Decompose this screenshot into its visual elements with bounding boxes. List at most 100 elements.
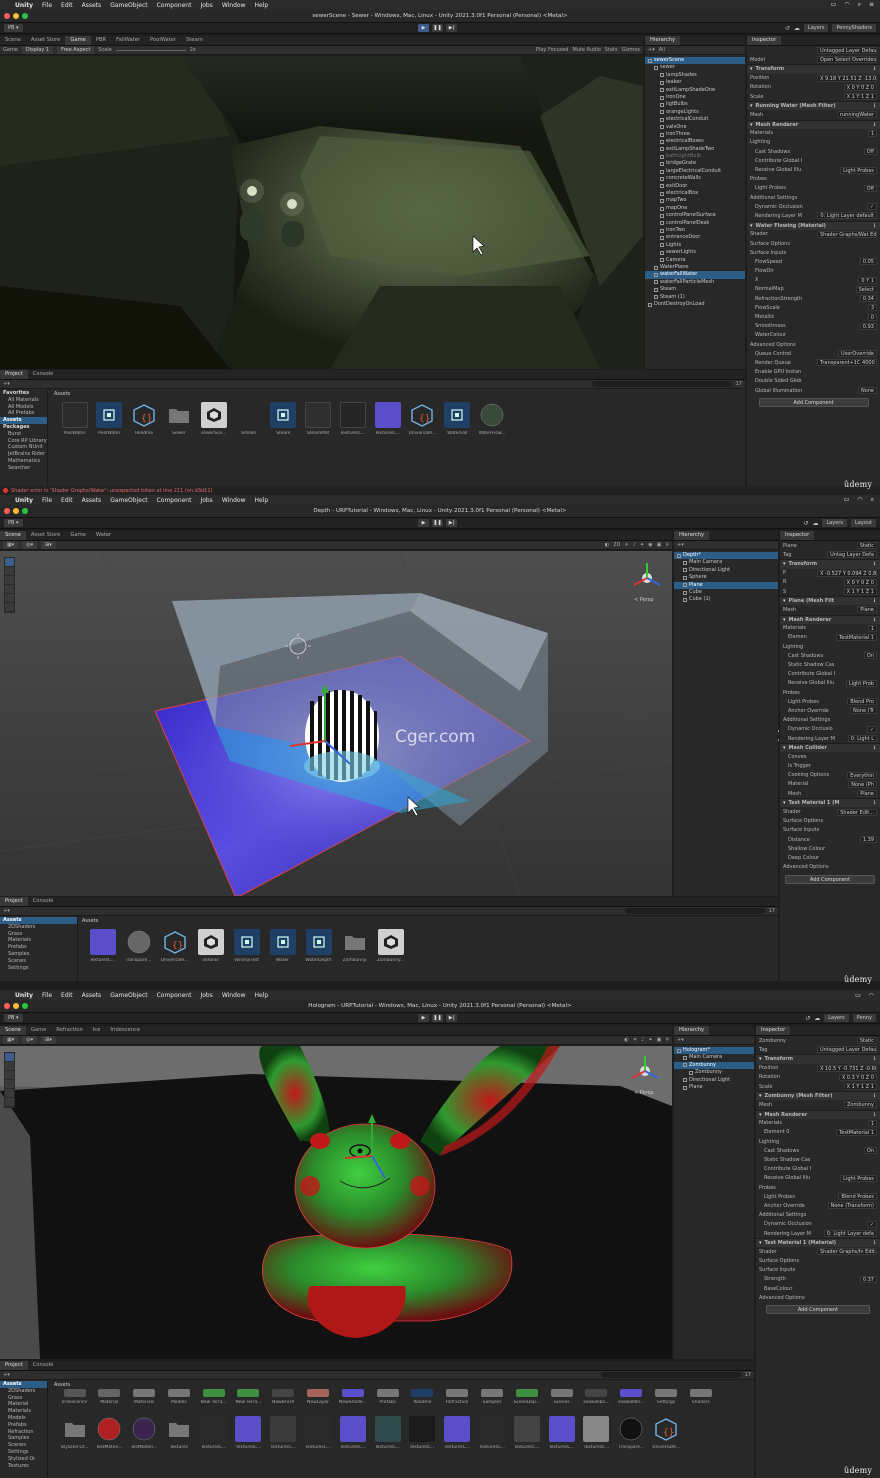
hierarchy-search[interactable]: +▾ — [674, 541, 778, 550]
assets-breadcrumb[interactable]: Assets — [54, 1382, 70, 1388]
menu-file[interactable]: File — [42, 992, 52, 999]
inspector-field[interactable]: Render Queue Transparent+1C 4000 — [747, 358, 880, 367]
inspector-field[interactable]: Receive Global Illu Light Probes — [747, 165, 880, 174]
field-value[interactable]: 0.34 — [859, 295, 877, 303]
menu-jobs[interactable]: Jobs — [200, 497, 212, 504]
asset-item[interactable]: SceneDep... — [510, 1389, 543, 1405]
inspector-field[interactable]: Advanced Options — [780, 863, 880, 872]
wifi-icon[interactable]: ◠ — [844, 1, 849, 9]
move-tool-icon[interactable] — [5, 1062, 14, 1070]
tab-game[interactable]: Game — [65, 531, 90, 540]
field-value[interactable]: Off — [863, 184, 877, 192]
scene-viewport[interactable]: < Persp — [0, 1046, 672, 1359]
field-value[interactable]: 0 Y 1 — [858, 276, 877, 284]
field-value[interactable]: Light Prob — [845, 679, 877, 687]
inspector-field[interactable]: Enable GPU Instan — [747, 368, 880, 377]
inspector-field[interactable]: Metallic 0 — [747, 312, 880, 321]
asset-item[interactable]: TestMateri... — [93, 1416, 126, 1450]
hierarchy-item[interactable]: Zombunny — [674, 1069, 754, 1076]
project-folder-item[interactable]: All Materials — [0, 397, 47, 404]
asset-item[interactable]: NewBrush — [267, 1389, 300, 1405]
inspector-field[interactable]: Dynamic Occlusion ✓ — [747, 202, 880, 211]
asset-item[interactable]: TexturesC... — [580, 1416, 613, 1450]
asset-item[interactable]: TexturesC... — [197, 1416, 230, 1450]
project-folder-item[interactable]: All Models — [0, 404, 47, 411]
menu-edit[interactable]: Edit — [61, 497, 73, 504]
field-value[interactable]: X 1 Y 1 Z 1 — [843, 588, 877, 596]
layers-dropdown[interactable]: Layers — [822, 519, 847, 527]
battery-icon[interactable]: ▭ — [844, 496, 850, 504]
tab-console[interactable]: Console — [28, 1361, 59, 1370]
inspector-field[interactable]: Cast Shadows On — [780, 651, 880, 660]
menu-help[interactable]: Help — [254, 2, 268, 9]
project-folder-item[interactable]: Samples — [0, 951, 77, 958]
field-value[interactable]: Shader Graphs/Wat Edit... — [817, 230, 877, 238]
asset-item[interactable]: TexturesC... — [232, 1416, 265, 1450]
project-folder-item[interactable]: Assets — [0, 417, 47, 424]
asset-item[interactable]: TexturesC... — [476, 1416, 509, 1450]
inspector-field[interactable]: Tag Untagged Layer Default — [756, 1045, 880, 1054]
inspector-field[interactable]: Additional Settings — [780, 716, 880, 725]
field-value[interactable]: 1 — [867, 129, 877, 137]
component-settings-icon[interactable]: ⋮ — [872, 1056, 877, 1062]
foldout-chevron-icon[interactable]: ▾ — [783, 800, 786, 806]
field-value[interactable]: Everythin — [847, 771, 877, 779]
inspector-field[interactable]: RefractionStrength 0.34 — [747, 294, 880, 303]
battery-icon[interactable]: ▭ — [855, 992, 861, 999]
project-folder-item[interactable]: Mathematics — [0, 458, 47, 465]
gizmo-mode-dropdown[interactable]: ◎▾ — [22, 1036, 38, 1044]
field-value[interactable]: On — [863, 1147, 877, 1155]
project-folder-item[interactable]: 2DShaders — [0, 924, 77, 931]
field-value[interactable]: Untagged Layer Default — [817, 47, 877, 55]
field-value[interactable]: TestMaterial 1 — [836, 1128, 877, 1136]
field-value[interactable]: X 0 Y 0 Z 0 — [843, 83, 877, 91]
inspector-field[interactable]: Is Trigger — [780, 762, 880, 771]
layout-dropdown[interactable]: Layout — [851, 519, 876, 527]
field-value[interactable]: Light Probes — [840, 1174, 877, 1182]
field-value[interactable]: Untagged Layer Default — [817, 1046, 877, 1054]
inspector-field[interactable]: Lighting — [780, 642, 880, 651]
inspector-field[interactable]: Convex — [780, 752, 880, 761]
component-settings-icon[interactable]: ⋮ — [872, 1240, 877, 1246]
gizmo-mode-dropdown[interactable]: ◎▾ — [22, 541, 38, 549]
inspector-field[interactable]: Model Open Select Overrides — [747, 55, 880, 64]
hierarchy-item[interactable]: valvOne — [645, 124, 745, 131]
asset-item[interactable]: TexturesC... — [336, 1416, 369, 1450]
asset-item[interactable]: Models — [162, 1389, 195, 1405]
asset-item[interactable]: {} UniversalR... — [406, 402, 439, 436]
project-folder-item[interactable]: Packages — [0, 424, 47, 431]
component-header[interactable]: ▾ Mesh Renderer ⋮ — [756, 1109, 880, 1119]
menu-assets[interactable]: Assets — [82, 2, 102, 9]
inspector-field[interactable]: Materials 1 — [780, 624, 880, 633]
field-value[interactable]: Plane — [857, 790, 877, 798]
component-header[interactable]: ▾ Running Water (Mesh Filter) ⋮ — [747, 101, 880, 111]
aspect-dropdown[interactable]: Free Aspect — [57, 46, 95, 54]
tab-inspector[interactable]: Inspector — [747, 36, 782, 45]
asset-item[interactable]: Refraction — [441, 1389, 474, 1405]
rect-tool-icon[interactable] — [5, 1089, 14, 1097]
gizmos-toggle[interactable]: Gizmos — [622, 47, 640, 53]
field-value[interactable]: 0: Light Layer defa — [823, 1230, 877, 1238]
component-header[interactable]: ▾ Test Material 1 (Material) ⋮ — [756, 1238, 880, 1248]
project-folder-item[interactable]: Materials — [0, 937, 77, 944]
add-asset-icon[interactable]: +▾ — [3, 381, 10, 387]
field-value[interactable]: None (Ph — [848, 780, 877, 788]
inspector-field[interactable]: BaseColour — [756, 1284, 880, 1293]
field-value[interactable]: 0.93 — [859, 322, 877, 330]
hierarchy-item[interactable]: bridgeGrate — [645, 160, 745, 167]
inspector-field[interactable]: Shader Shader Graphs/In Edit... — [756, 1247, 880, 1256]
menu-edit[interactable]: Edit — [61, 992, 73, 999]
hierarchy-item[interactable]: exitLampShadeOne — [645, 87, 745, 94]
perspective-label[interactable]: < Persp — [634, 597, 654, 603]
project-folder-item[interactable]: Assets — [0, 1381, 47, 1388]
hierarchy-item[interactable]: Directional Light — [674, 567, 778, 574]
hierarchy-item[interactable]: Zombunny — [674, 1061, 754, 1070]
hierarchy-item[interactable]: Main Camera — [674, 559, 778, 566]
search-icon[interactable]: ⌕ — [871, 496, 874, 504]
hierarchy-item[interactable]: concreteWalls — [645, 175, 745, 182]
tab-project[interactable]: Project — [0, 1361, 28, 1370]
inspector-field[interactable]: Scale X 1 Y 1 Z 1 — [747, 92, 880, 101]
inspector-field[interactable]: Global Illumination None — [747, 386, 880, 395]
inspector-field[interactable]: Probes — [747, 175, 880, 184]
component-header[interactable]: ▾ Mesh Renderer ⋮ — [780, 614, 880, 624]
